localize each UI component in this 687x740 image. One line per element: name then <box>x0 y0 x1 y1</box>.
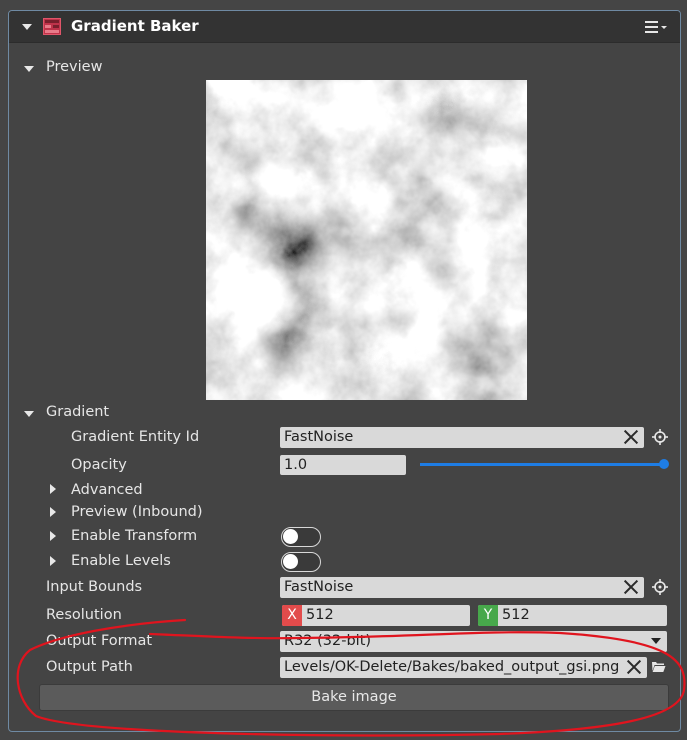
red-annotation-circle <box>16 618 686 737</box>
